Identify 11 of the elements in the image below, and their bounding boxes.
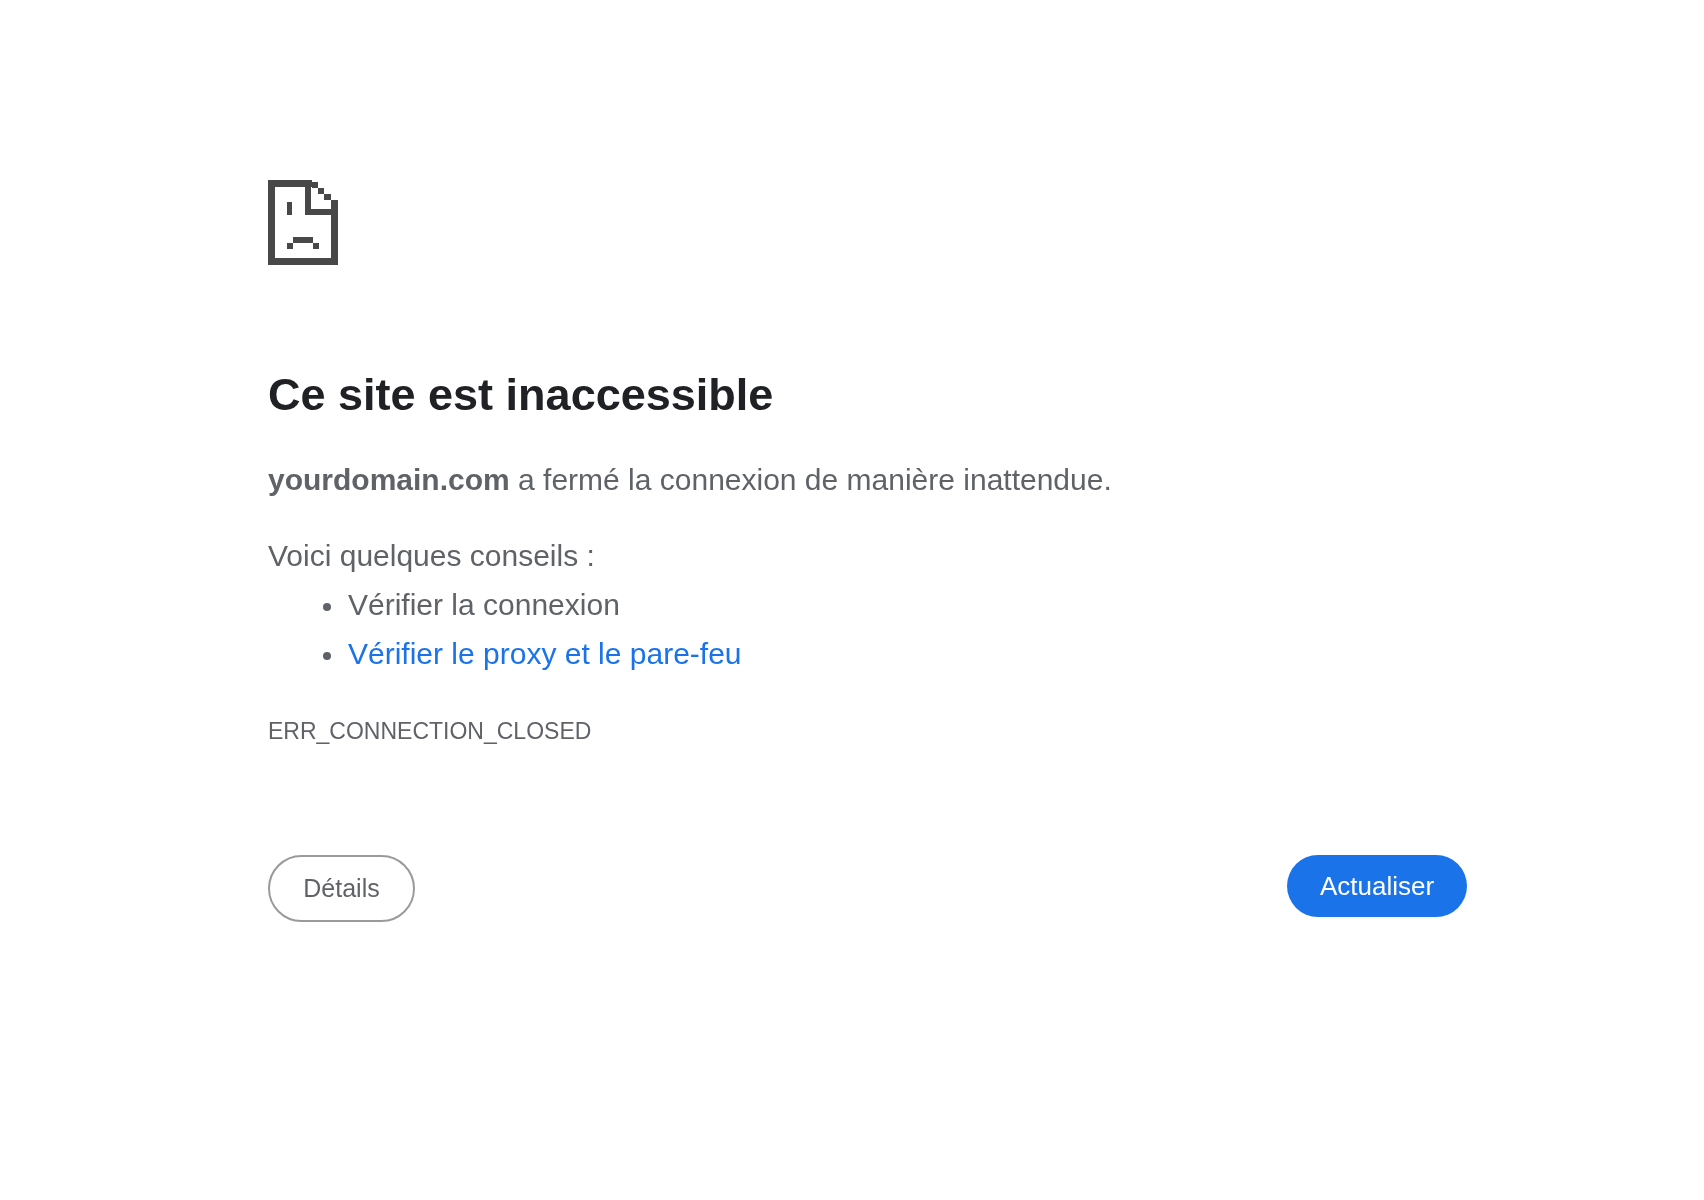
reload-button[interactable]: Actualiser <box>1287 855 1467 917</box>
sad-document-icon <box>268 180 338 265</box>
details-button[interactable]: Détails <box>268 855 415 922</box>
suggestion-text: Vérifier la connexion <box>348 587 620 623</box>
bullet-icon <box>323 651 331 660</box>
error-message: yourdomain.com a fermé la connexion de manière inattendue. <box>268 462 1112 498</box>
suggestions-heading: Voici quelques conseils : <box>268 538 595 574</box>
bullet-icon <box>323 602 331 611</box>
error-code: ERR_CONNECTION_CLOSED <box>268 717 592 746</box>
page-title: Ce site est inaccessible <box>268 368 774 422</box>
suggestion-link[interactable]: Vérifier le proxy et le pare-feu <box>348 629 742 678</box>
